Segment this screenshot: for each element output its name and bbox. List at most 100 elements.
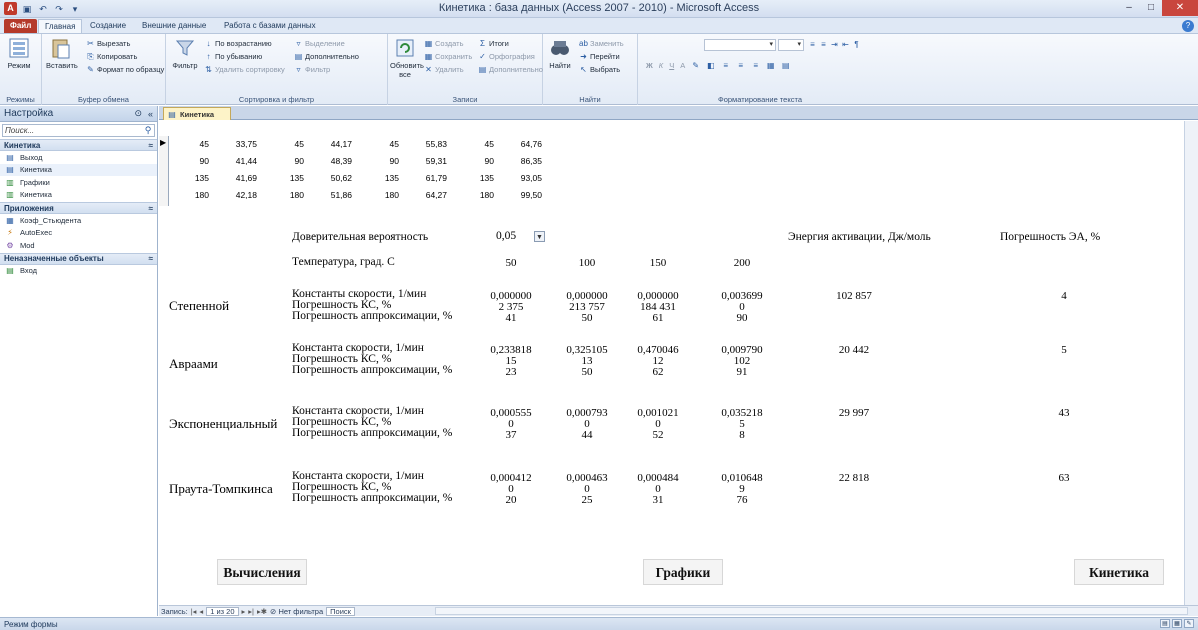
kinetics-button[interactable]: Кинетика xyxy=(1074,559,1164,585)
design-view-icon[interactable]: ✎ xyxy=(1184,619,1194,628)
more-records-button[interactable]: ▤ Дополнительно xyxy=(478,64,543,75)
toggle-filter-button[interactable]: ▿ Фильтр xyxy=(294,64,330,75)
next-record-icon[interactable]: ▸ xyxy=(242,607,246,616)
replace-button[interactable]: ab Заменить xyxy=(579,38,624,49)
activation-energy-value: 102 857 xyxy=(836,290,872,302)
close-icon[interactable]: ✕ xyxy=(1162,0,1198,16)
no-filter-icon: ⊘ xyxy=(270,606,277,616)
nav-menu-icon[interactable]: ⊙ xyxy=(134,108,142,119)
font-style-buttons[interactable]: Ж К Ч А ✎ ◧ ≡ ≡ ≡ ▦ ▤ xyxy=(646,60,790,71)
spelling-button[interactable]: ✓ Орфография xyxy=(478,51,535,62)
macro-icon: ⚡ xyxy=(7,228,13,238)
nav-search-box[interactable]: Поиск... ⚲ xyxy=(2,124,155,137)
collapse-group-icon[interactable]: ≈ xyxy=(149,254,153,263)
nav-item-exit-form[interactable]: ▤ Выход xyxy=(0,151,157,164)
advanced-filter-button[interactable]: ▤ Дополнительно xyxy=(294,51,359,62)
nav-header[interactable]: Настройка ⊙ « xyxy=(0,106,157,122)
nav-item-kinetika-report[interactable]: ▥ Кинетика xyxy=(0,189,157,202)
collapse-group-icon[interactable]: ≈ xyxy=(149,141,153,150)
nav-item-mod[interactable]: ⚙ Mod xyxy=(0,239,157,252)
form-icon: ▤ xyxy=(6,266,14,276)
ea-error-value: 63 xyxy=(1058,472,1070,484)
filter-status[interactable]: ⊘ Нет фильтра xyxy=(270,607,323,616)
new-record-icon[interactable]: ▸✱ xyxy=(257,607,267,616)
paste-button[interactable]: Вставить xyxy=(46,37,78,70)
help-icon[interactable]: ? xyxy=(1182,20,1194,32)
collapse-group-icon[interactable]: ≈ xyxy=(149,204,153,213)
cut-button[interactable]: ✂ Вырезать xyxy=(86,38,130,49)
font-size-dropdown[interactable]: ▾ xyxy=(778,39,804,51)
first-record-icon[interactable]: |◂ xyxy=(191,607,197,616)
vertical-scrollbar[interactable] xyxy=(1184,121,1198,605)
tab-home[interactable]: Главная xyxy=(38,19,83,33)
highlight-icon: ✎ xyxy=(692,61,700,70)
delete-record-button[interactable]: ✕ Удалить xyxy=(424,64,464,75)
nav-item-charts-report[interactable]: ▥ Графики xyxy=(0,176,157,189)
report-icon: ▥ xyxy=(6,190,14,200)
model-name-avrami: Авраами xyxy=(169,356,218,371)
status-bar: Режим формы ▤ ▦ ✎ xyxy=(0,617,1198,630)
maximize-icon[interactable]: □ xyxy=(1140,0,1162,16)
nav-group-applications[interactable]: Приложения ≈ xyxy=(0,202,157,214)
format-painter-button[interactable]: ✎ Формат по образцу xyxy=(86,64,164,75)
tab-file[interactable]: Файл xyxy=(4,19,38,33)
underline-button[interactable]: Ч xyxy=(669,61,674,70)
record-selector[interactable]: ▶ xyxy=(159,136,169,206)
font-name-dropdown[interactable]: ▾ xyxy=(704,39,776,51)
last-record-icon[interactable]: ▸| xyxy=(248,607,254,616)
group-clipboard: Вставить ✂ Вырезать ⎘ Копировать ✎ Формат п… xyxy=(42,34,166,105)
nav-item-autoexec[interactable]: ⚡ AutoExec xyxy=(0,227,157,240)
tab-database-tools[interactable]: Работа с базами данных xyxy=(218,19,322,33)
new-record-icon: ▦ xyxy=(424,39,433,48)
activation-energy-header: Энергия активации, Дж/моль xyxy=(788,231,931,243)
sort-ascending-button[interactable]: ↓ По возрастанию xyxy=(204,38,272,49)
toggle-filter-icon: ▿ xyxy=(296,65,301,74)
italic-button[interactable]: К xyxy=(659,61,663,70)
form-view-icon[interactable]: ▤ xyxy=(1160,619,1170,628)
ribbon-tabs: Файл Главная Создание Внешние данные Раб… xyxy=(0,18,1198,34)
prev-record-icon[interactable]: ◂ xyxy=(199,607,203,616)
find-button[interactable]: Найти xyxy=(545,37,575,70)
status-text: Режим формы xyxy=(4,619,58,629)
minimize-icon[interactable]: – xyxy=(1118,0,1140,16)
select-button[interactable]: ↖ Выбрать xyxy=(579,64,620,75)
nav-group-kinetika[interactable]: Кинетика ≈ xyxy=(0,139,157,151)
list-buttons[interactable]: ≡ ≡ ⇥ ⇤ ¶ xyxy=(808,39,861,50)
window-controls: – □ ✕ xyxy=(1118,0,1198,16)
doc-tab-kinetika[interactable]: ▤ Кинетика xyxy=(163,107,231,120)
confidence-combo[interactable]: 0,05 ▼ xyxy=(496,229,545,243)
selection-button[interactable]: ▿ Выделение xyxy=(294,38,344,49)
bold-button[interactable]: Ж xyxy=(646,61,653,70)
filter-button[interactable]: Фильтр xyxy=(170,37,200,70)
horizontal-scrollbar[interactable] xyxy=(435,607,1188,615)
confidence-value[interactable]: 0,05 xyxy=(496,230,534,242)
nav-item-student-coef[interactable]: ▦ Коэф_Стьюдента xyxy=(0,214,157,227)
rate-column: 0,000000 184 431 61 xyxy=(637,290,679,324)
nav-group-unassigned[interactable]: Неназначенные объекты ≈ xyxy=(0,252,157,265)
nav-collapse-icon[interactable]: « xyxy=(148,109,153,119)
dropdown-arrow-icon[interactable]: ▼ xyxy=(534,230,545,242)
calculations-button[interactable]: Вычисления xyxy=(217,559,307,585)
tab-create[interactable]: Создание xyxy=(84,19,132,33)
record-search-input[interactable]: Поиск xyxy=(326,606,355,616)
nav-item-kinetika-form[interactable]: ▤ Кинетика xyxy=(0,163,157,176)
refresh-all-button[interactable]: Обновить все xyxy=(390,37,424,79)
font-color-button[interactable]: А xyxy=(680,61,685,70)
search-icon[interactable]: ⚲ xyxy=(142,125,154,136)
charts-button[interactable]: Графики xyxy=(643,559,723,585)
view-mode-button[interactable]: Режим xyxy=(4,37,34,70)
record-position-input[interactable]: 1 из 20 xyxy=(206,606,239,616)
layout-view-icon[interactable]: ▦ xyxy=(1172,619,1182,628)
copy-button[interactable]: ⎘ Копировать xyxy=(86,51,137,62)
new-record-button[interactable]: ▦ Создать xyxy=(424,38,464,49)
tab-external-data[interactable]: Внешние данные xyxy=(136,19,212,33)
sort-descending-button[interactable]: ↑ По убыванию xyxy=(204,51,263,62)
rate-column: 0,000412 0 20 xyxy=(490,472,532,506)
nav-item-login[interactable]: ▤ Вход xyxy=(0,265,157,278)
remove-sort-button[interactable]: ⇅ Удалить сортировку xyxy=(204,64,285,75)
gridlines-icon: ▦ xyxy=(766,61,775,70)
totals-button[interactable]: Σ Итоги xyxy=(478,38,509,49)
save-record-button[interactable]: ▦ Сохранить xyxy=(424,51,473,62)
goto-button[interactable]: ➜ Перейти xyxy=(579,51,620,62)
nav-search-input[interactable]: Поиск... xyxy=(5,126,142,135)
